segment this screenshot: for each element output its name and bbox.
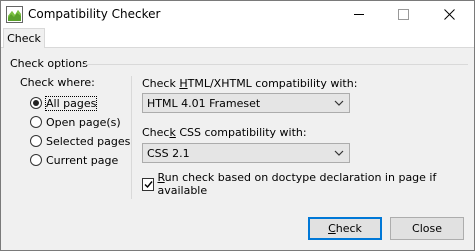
close-button-label: Close [412,222,442,235]
check-where-label: Check where: [20,76,95,89]
tab-divider [1,47,474,48]
radio-indicator[interactable] [30,97,42,109]
group-divider [83,64,468,65]
app-icon [6,6,23,23]
close-button[interactable]: Close [390,217,464,240]
vertical-divider [131,76,132,199]
css-compat-label: Check CSS compatibility with: [142,126,307,139]
doctype-checkbox[interactable] [142,177,155,191]
radio-label: Selected pages [46,134,131,148]
css-compat-select[interactable]: CSS 2.1 [142,143,350,163]
html-compat-value: HTML 4.01 Frameset [147,97,261,110]
radio-indicator[interactable] [30,154,42,166]
maximize-button[interactable] [381,1,425,28]
radio-open-pages[interactable]: Open page(s) [30,114,121,130]
compatibility-checker-dialog: Compatibility Checker Check Check option… [0,0,475,251]
tab-strip: Check [1,28,474,48]
html-compat-select[interactable]: HTML 4.01 Frameset [142,93,350,113]
doctype-checkbox-row[interactable]: Run check based on doctype declaration i… [142,171,474,197]
close-window-button[interactable] [427,1,471,28]
tab-check-label: Check [7,32,41,45]
radio-all-pages[interactable]: All pages [30,95,98,111]
check-options-group-label: Check options [10,57,88,70]
tab-check[interactable]: Check [3,28,45,48]
doctype-checkbox-label: Run check based on doctype declaration i… [157,171,437,197]
minimize-button[interactable] [337,1,381,28]
radio-label: All pages [44,95,98,111]
css-compat-value: CSS 2.1 [147,147,190,160]
radio-current-page[interactable]: Current page [30,152,118,168]
title-bar: Compatibility Checker [1,1,474,28]
html-compat-label: Check HTML/XHTML compatibility with: [142,77,358,90]
chevron-down-icon [334,100,344,106]
radio-label: Open page(s) [46,115,121,129]
radio-indicator[interactable] [30,116,42,128]
maximize-icon [397,9,409,20]
radio-label: Current page [46,153,119,167]
window-title: Compatibility Checker [28,7,161,21]
close-icon [443,9,455,20]
check-button-label: Check [328,222,362,235]
radio-selected-pages[interactable]: Selected pages [30,133,130,149]
radio-indicator[interactable] [30,135,42,147]
checkmark-icon [144,180,153,188]
check-button[interactable]: Check [308,217,382,240]
chevron-down-icon [334,150,344,156]
minimize-icon [354,14,364,15]
